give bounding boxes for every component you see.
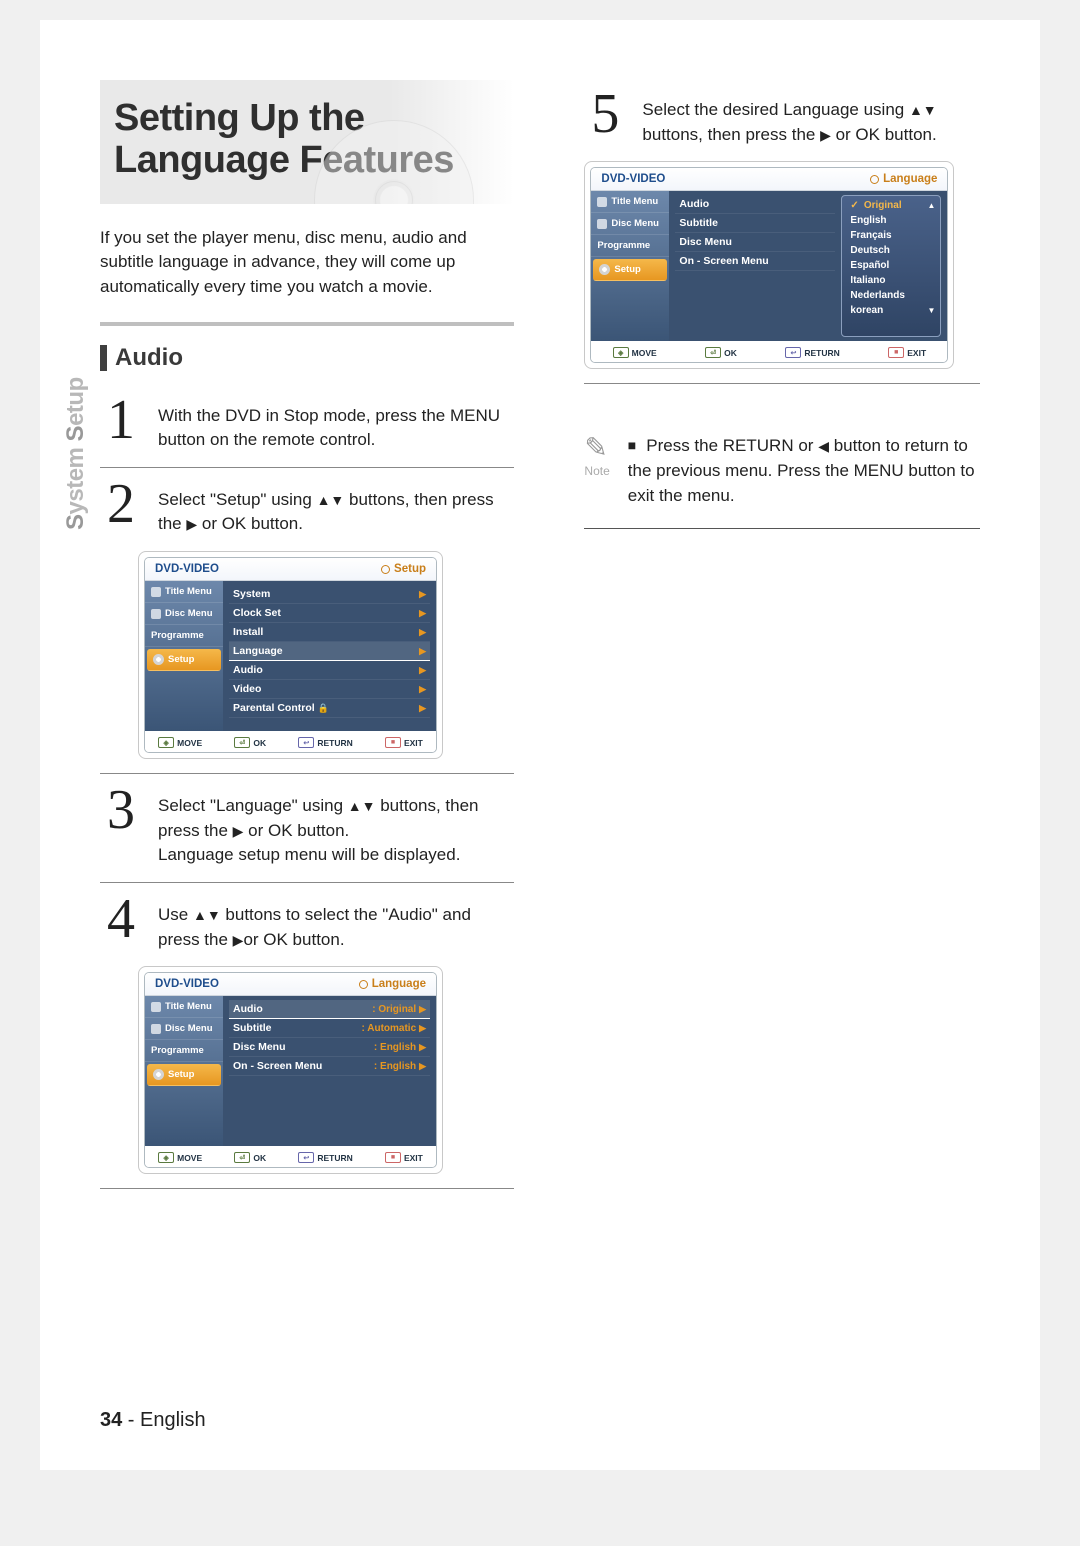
step-number: 5	[584, 92, 626, 137]
bullet-icon: ■	[628, 437, 636, 453]
left-arrow-icon: ◀	[818, 438, 829, 454]
step-text: Select the desired Language using ▲▼ but…	[642, 92, 980, 147]
right-arrow-icon: ▶	[820, 127, 831, 143]
step-number: 1	[100, 398, 142, 443]
right-arrow-icon: ▶	[233, 823, 244, 839]
divider	[100, 1188, 514, 1189]
divider	[584, 528, 980, 529]
ring-icon	[870, 175, 879, 184]
step-text: Use ▲▼ buttons to select the "Audio" and…	[158, 897, 514, 952]
right-arrow-icon: ▶	[186, 516, 197, 532]
osd-breadcrumb: Language	[372, 978, 426, 990]
note-label: Note	[584, 464, 609, 478]
dot-icon	[597, 197, 607, 207]
disc-icon	[151, 1024, 161, 1034]
disc-icon	[151, 609, 161, 619]
osd-setup-menu: DVD-VIDEO Setup Title Menu Disc Menu Pro…	[138, 551, 443, 759]
step-number: 4	[100, 897, 142, 942]
dot-icon	[151, 1002, 161, 1012]
gear-icon	[599, 264, 610, 275]
side-tab-label: System Setup	[62, 377, 90, 530]
osd-breadcrumb: Setup	[394, 563, 426, 575]
step-2: 2 Select "Setup" using ▲▼ buttons, then …	[100, 482, 514, 537]
scroll-down-icon: ▼	[928, 306, 936, 315]
step-number: 3	[100, 788, 142, 833]
right-arrow-icon: ▶	[233, 932, 244, 948]
divider	[584, 383, 980, 384]
up-down-icon: ▲▼	[909, 102, 937, 118]
step-number: 2	[100, 482, 142, 527]
section-title: Audio	[115, 344, 183, 372]
step-text: Select "Setup" using ▲▼ buttons, then pr…	[158, 482, 514, 537]
osd-sidebar: Title Menu Disc Menu Programme Setup	[145, 996, 223, 1146]
divider	[100, 467, 514, 468]
step-4: 4 Use ▲▼ buttons to select the "Audio" a…	[100, 897, 514, 952]
up-down-icon: ▲▼	[193, 907, 221, 923]
intro-paragraph: If you set the player menu, disc menu, a…	[100, 226, 514, 300]
step-1: 1 With the DVD in Stop mode, press the M…	[100, 398, 514, 453]
osd-sidebar: Title Menu Disc Menu Programme Setup	[591, 191, 669, 341]
scroll-up-icon: ▲	[928, 201, 936, 210]
divider	[100, 773, 514, 774]
osd-footer: ◈MOVE ⏎OK ↩RETURN ■EXIT	[145, 1146, 436, 1167]
section-heading-audio: Audio	[100, 344, 514, 372]
page-number: 34	[100, 1409, 122, 1431]
osd-brand: DVD-VIDEO	[155, 563, 219, 575]
up-down-icon: ▲▼	[348, 798, 376, 814]
osd-language-select: DVD-VIDEO Language Title Menu Disc Menu …	[584, 161, 954, 369]
page-title-block: Setting Up the Language Features	[100, 80, 514, 204]
step-3: 3 Select "Language" using ▲▼ buttons, th…	[100, 788, 514, 868]
osd-sidebar: Title Menu Disc Menu Programme Setup	[145, 581, 223, 731]
disc-icon	[597, 219, 607, 229]
osd-language-popup: ✓Original▲ English Français Deutsch Espa…	[841, 195, 941, 337]
note-block: ✎ Note ■Press the RETURN or ◀ button to …	[584, 434, 980, 508]
divider	[100, 882, 514, 883]
page-footer: 34 - English	[100, 1409, 206, 1432]
up-down-icon: ▲▼	[317, 492, 345, 508]
osd-footer: ◈MOVE ⏎OK ↩RETURN ■EXIT	[145, 731, 436, 752]
osd-breadcrumb: Language	[883, 173, 937, 185]
gear-icon	[153, 1069, 164, 1080]
osd-brand: DVD-VIDEO	[155, 978, 219, 990]
page-language: English	[140, 1409, 206, 1431]
step-text: Select "Language" using ▲▼ buttons, then…	[158, 788, 514, 868]
pencil-icon: ✎	[584, 432, 607, 463]
osd-language-menu: DVD-VIDEO Language Title Menu Disc Menu …	[138, 966, 443, 1174]
dot-icon	[151, 587, 161, 597]
ring-icon	[381, 565, 390, 574]
gear-icon	[153, 654, 164, 665]
osd-footer: ◈MOVE ⏎OK ↩RETURN ■EXIT	[591, 341, 947, 362]
step-5: 5 Select the desired Language using ▲▼ b…	[584, 92, 980, 147]
section-bar-icon	[100, 345, 107, 371]
check-icon: ✓	[850, 200, 858, 211]
step-text: With the DVD in Stop mode, press the MEN…	[158, 398, 514, 453]
lock-icon: 🔒	[318, 703, 329, 713]
divider	[100, 322, 514, 326]
ring-icon	[359, 980, 368, 989]
osd-brand: DVD-VIDEO	[601, 173, 665, 185]
